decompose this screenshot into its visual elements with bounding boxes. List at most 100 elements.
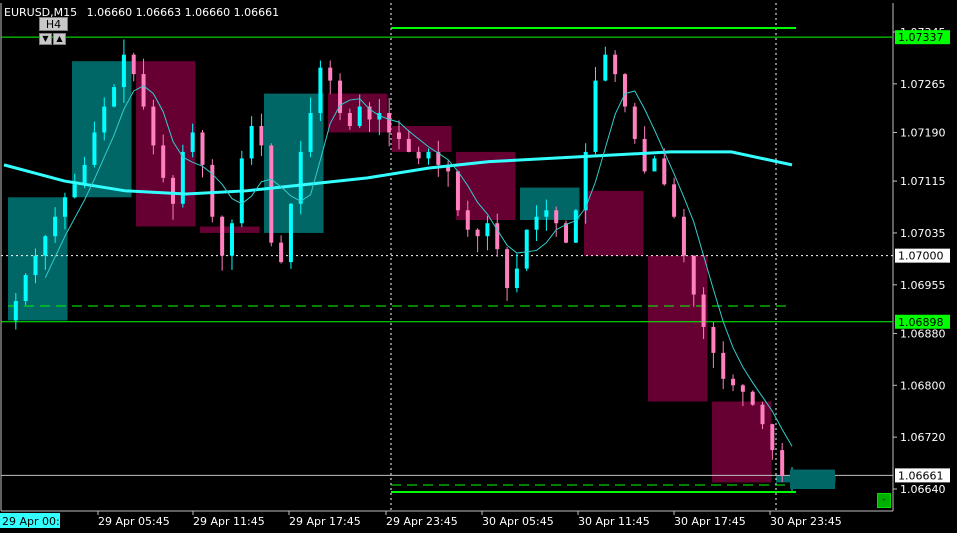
candle-body [583, 151, 588, 211]
candle-body [357, 106, 362, 126]
candle-body [455, 171, 460, 211]
candle-body [92, 132, 97, 165]
candle-body [328, 67, 333, 81]
candle-body [43, 236, 48, 256]
time-tick-label: 29 Apr 11:45 [193, 515, 265, 528]
candle-body [475, 229, 480, 237]
chart-corner-button[interactable]: - [877, 493, 891, 508]
candle-body [731, 378, 736, 386]
candle-body [72, 184, 77, 198]
candle-body [121, 54, 126, 88]
candle-body [190, 132, 195, 152]
candle-body [652, 158, 657, 172]
time-tick-label: 30 Apr 17:45 [674, 515, 746, 528]
candle-body [249, 125, 254, 159]
candle-body [161, 145, 166, 178]
candle-body [151, 106, 156, 146]
price-tick-label: 1.06720 [900, 431, 946, 444]
time-tick-label: 29 Apr 05:45 [98, 515, 170, 528]
candle-body [259, 125, 264, 146]
candle-body [505, 249, 510, 289]
candle-body [662, 158, 667, 185]
candle-body [642, 138, 647, 172]
price-tick-label: 1.07265 [900, 78, 946, 91]
support-price-label: 1.06898 [898, 316, 944, 329]
candle-body [279, 242, 284, 263]
candle-body [220, 216, 225, 256]
candle-body [701, 294, 706, 327]
triangle-up-icon[interactable]: ▲ [53, 33, 66, 45]
candle-body [564, 223, 569, 243]
time-cursor-label: 29 Apr 00:00 [2, 515, 74, 528]
candle-body [13, 301, 18, 321]
candle-body [141, 74, 146, 107]
candle-body [112, 87, 117, 107]
candle-body [485, 223, 490, 237]
price-tick-label: 1.06880 [900, 327, 946, 340]
candle-body [102, 106, 107, 133]
candle-body [426, 151, 431, 159]
h4-box [584, 190, 644, 256]
candle-body [180, 151, 185, 204]
candle-body [131, 54, 136, 75]
h4-box [520, 187, 580, 220]
time-tick-label: 30 Apr 23:45 [770, 515, 842, 528]
candle-body [308, 113, 313, 152]
time-tick-label: 29 Apr 17:45 [289, 515, 361, 528]
price-tick-label: 1.07190 [900, 126, 946, 139]
candle-body [23, 275, 28, 302]
candle-body [347, 113, 352, 126]
candle-body [760, 404, 765, 425]
resistance-price-label: 1.07337 [898, 31, 944, 44]
candle-body [544, 210, 549, 217]
candle-body [82, 164, 87, 185]
candle-body [171, 177, 176, 204]
price-tick-label: 1.06640 [900, 483, 946, 496]
candle-body [416, 151, 421, 159]
candle-body [387, 113, 392, 133]
candle-body [298, 151, 303, 204]
time-tick-label: 29 Apr 23:45 [386, 515, 458, 528]
price-tick-label: 1.06955 [900, 279, 946, 292]
candle-body [721, 352, 726, 379]
timeframe-label[interactable]: H4 [39, 17, 68, 31]
candle-body [200, 132, 205, 165]
candle-body [770, 424, 775, 451]
candle-body [288, 203, 293, 263]
candle-body [780, 450, 785, 477]
candle-body [740, 385, 745, 392]
price-chart[interactable]: 1.073451.072651.071901.071151.070351.069… [0, 0, 957, 533]
candle-body [750, 391, 755, 405]
candle-body [53, 216, 58, 237]
candle-body [691, 255, 696, 295]
candle-body [593, 80, 598, 152]
current-h4-box [790, 469, 835, 489]
price-tick-label: 1.07115 [900, 175, 946, 188]
candle-body [269, 145, 274, 243]
candle-body [33, 255, 38, 276]
candle-body [672, 184, 677, 217]
h4-box [200, 226, 260, 233]
price-tick-label: 1.07035 [900, 227, 946, 240]
time-axis: 29 Apr 05:45 29 Apr 11:45 29 Apr 17:45 29 A… [0, 511, 842, 528]
candle-body [573, 210, 578, 243]
timeframe-widget[interactable]: H4 ▼ ▲ [39, 17, 68, 47]
time-tick-label: 30 Apr 05:45 [482, 515, 554, 528]
current-price-label: 1.06661 [898, 469, 944, 482]
candle-body [632, 106, 637, 139]
candle-body [465, 210, 470, 230]
candle-body [524, 229, 529, 269]
candle-body [554, 210, 559, 224]
candle-body [229, 223, 234, 256]
time-tick-label: 30 Apr 11:45 [578, 515, 650, 528]
triangle-down-icon[interactable]: ▼ [39, 33, 52, 45]
candle-body [613, 54, 618, 75]
candle-body [603, 54, 608, 81]
quote-label: 1.06660 1.06663 1.06660 1.06661 [87, 6, 279, 19]
candle-body [62, 197, 67, 217]
candle-body [397, 132, 401, 139]
candle-body [681, 216, 686, 256]
candle-body [406, 138, 411, 152]
candle-body [318, 67, 323, 114]
candle-body [534, 216, 539, 230]
